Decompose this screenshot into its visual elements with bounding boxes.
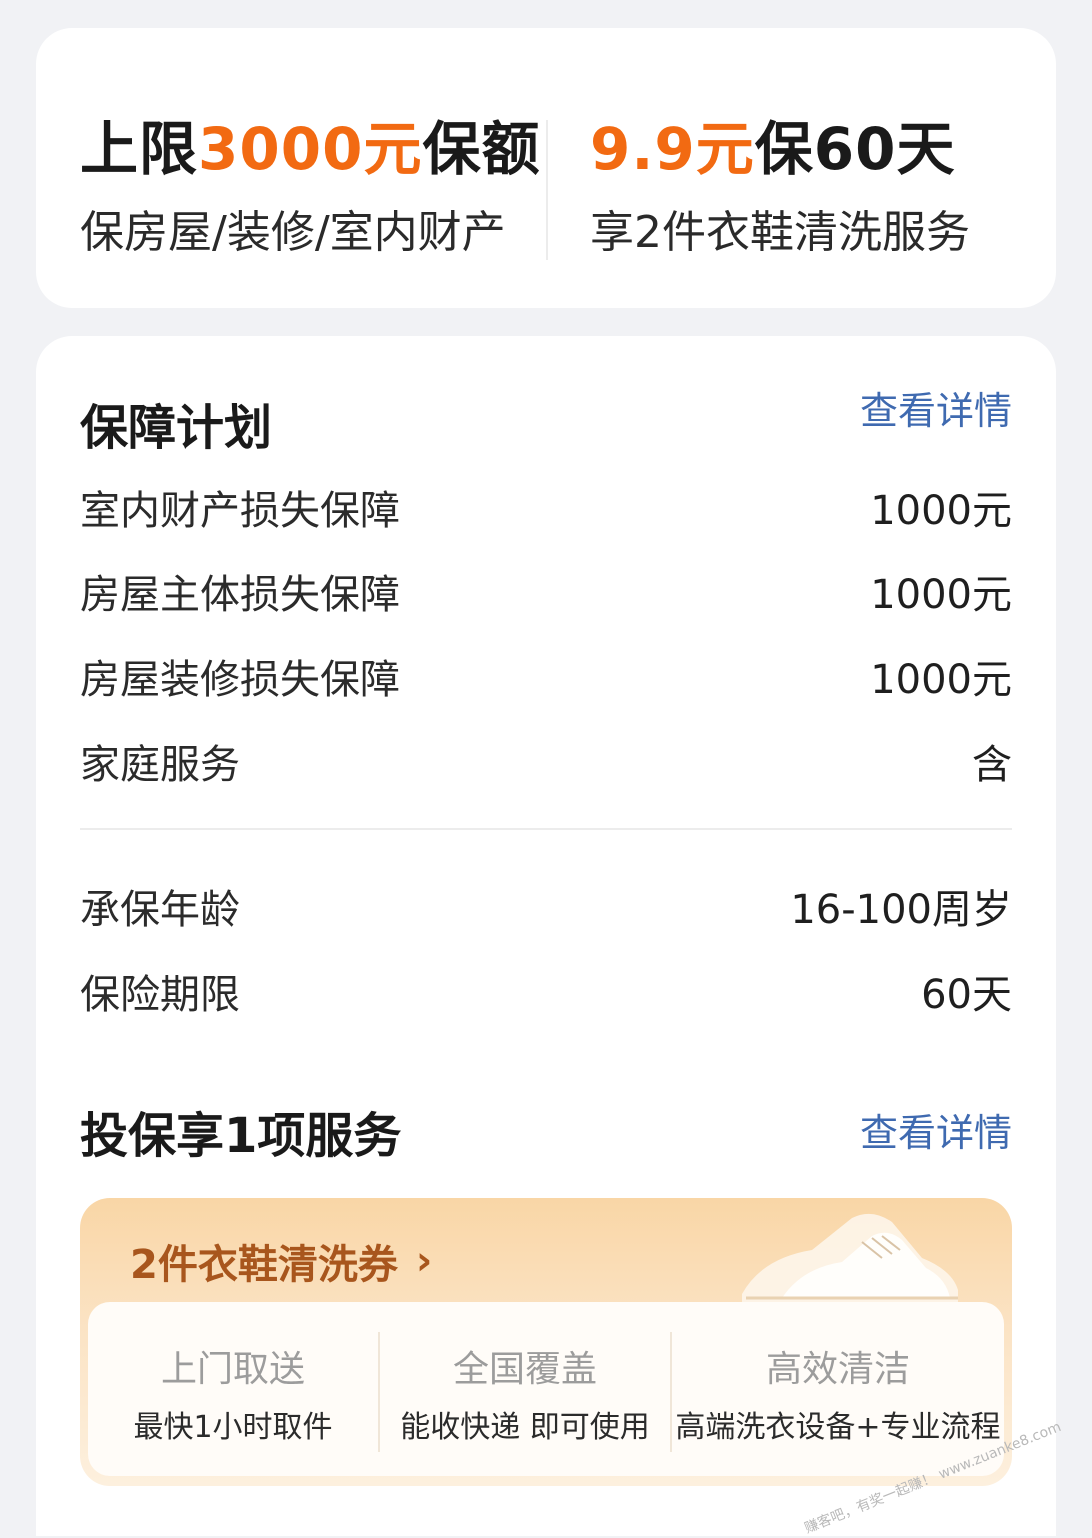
feature-coverage: 全国覆盖 能收快递 即可使用 xyxy=(380,1302,670,1476)
price-amount: 9.9元 xyxy=(590,115,755,183)
plan-title: 保障计划 xyxy=(80,400,273,456)
plan-item-value: 1000元 xyxy=(870,572,1012,618)
coupon-title: 2件衣鞋清洗券 xyxy=(130,1242,398,1288)
feature-desc: 高端洗衣设备+专业流程 xyxy=(675,1410,1001,1445)
plan-detail-link[interactable]: 查看详情 xyxy=(860,380,1012,435)
info-label: 承保年龄 xyxy=(80,887,240,933)
info-age: 承保年龄 16-100周岁 xyxy=(80,876,1012,936)
feature-pickup: 上门取送 最快1小时取件 xyxy=(88,1302,378,1476)
chevron-right-icon: › xyxy=(415,1238,433,1284)
section-divider xyxy=(80,828,1012,830)
coverage-limit-suffix: 保额 xyxy=(422,115,541,183)
info-label: 保险期限 xyxy=(80,972,240,1018)
plan-item-decoration: 房屋装修损失保障 1000元 xyxy=(80,646,1012,706)
plan-item-label: 房屋主体损失保障 xyxy=(80,572,400,618)
feature-desc: 最快1小时取件 xyxy=(133,1410,333,1445)
services-title: 投保享1项服务 xyxy=(80,1108,402,1164)
price-title: 9.9元保60天 xyxy=(590,102,955,186)
info-value: 16-100周岁 xyxy=(790,887,1012,933)
plan-item-indoor-property: 室内财产损失保障 1000元 xyxy=(80,477,1012,537)
plan-item-house-structure: 房屋主体损失保障 1000元 xyxy=(80,561,1012,621)
feature-desc: 能收快递 即可使用 xyxy=(400,1410,650,1445)
coverage-limit-title: 上限3000元保额 xyxy=(80,102,540,186)
sneaker-icon xyxy=(742,1213,958,1302)
coupon-features: 上门取送 最快1小时取件 全国覆盖 能收快递 即可使用 高效清洁 高端洗衣设备+… xyxy=(88,1302,1004,1476)
services-detail-link[interactable]: 查看详情 xyxy=(860,1102,1012,1157)
price-subtitle: 享2件衣鞋清洗服务 xyxy=(590,207,970,258)
feature-cleaning: 高效清洁 高端洗衣设备+专业流程 xyxy=(672,1302,1004,1476)
info-value: 60天 xyxy=(921,972,1012,1018)
plan-item-home-service: 家庭服务 含 xyxy=(80,731,1012,791)
price-duration: 保60天 xyxy=(754,115,956,183)
coverage-limit-subtitle: 保房屋/装修/室内财产 xyxy=(80,207,506,258)
plan-item-label: 家庭服务 xyxy=(80,742,240,788)
coverage-summary-card: 上限3000元保额 保房屋/装修/室内财产 9.9元保60天 享2件衣鞋清洗服务 xyxy=(36,28,1056,308)
plan-item-value: 1000元 xyxy=(870,657,1012,703)
plan-item-value: 含 xyxy=(972,742,1012,788)
coverage-limit-amount: 3000元 xyxy=(198,115,423,183)
coupon-title-link[interactable]: 2件衣鞋清洗券 › xyxy=(130,1232,432,1290)
coverage-limit-prefix: 上限 xyxy=(80,115,199,183)
laundry-coupon-card[interactable]: 2件衣鞋清洗券 › 上门取送 最快1小时取件 全国覆盖 能收快递 即可使用 高效… xyxy=(80,1198,1012,1486)
plan-item-label: 室内财产损失保障 xyxy=(80,488,400,534)
feature-title: 全国覆盖 xyxy=(452,1349,597,1390)
feature-title: 高效清洁 xyxy=(765,1349,910,1390)
plan-card: 保障计划 查看详情 室内财产损失保障 1000元 房屋主体损失保障 1000元 … xyxy=(36,336,1056,1536)
feature-title: 上门取送 xyxy=(160,1349,305,1390)
plan-item-value: 1000元 xyxy=(870,488,1012,534)
plan-item-label: 房屋装修损失保障 xyxy=(80,657,400,703)
info-period: 保险期限 60天 xyxy=(80,961,1012,1021)
vertical-divider xyxy=(546,120,548,260)
